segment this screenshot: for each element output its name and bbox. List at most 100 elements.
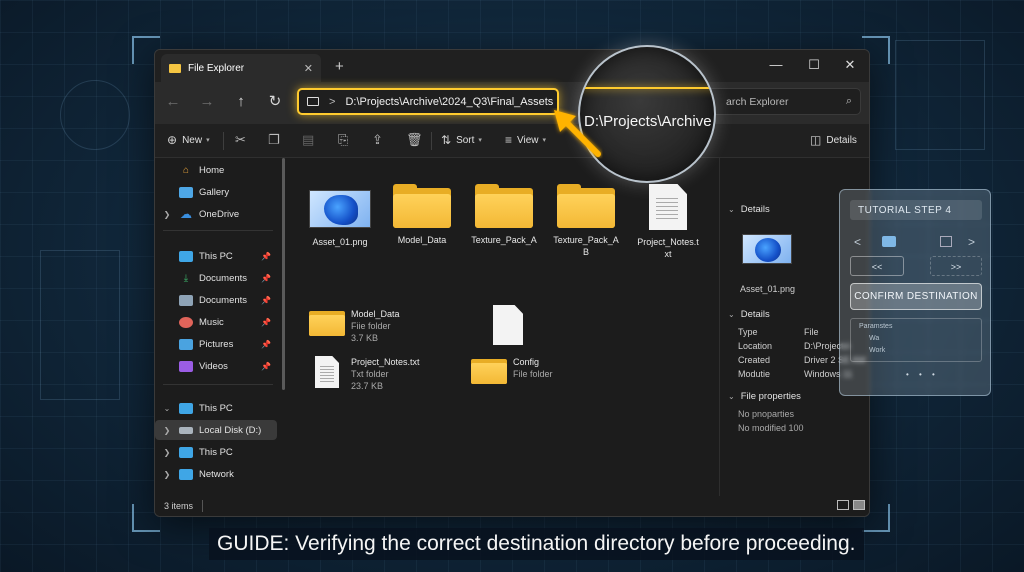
tutorial-next-icon[interactable]: > <box>968 235 975 249</box>
status-bar: 3 items <box>155 496 869 516</box>
details-label: Details <box>826 134 857 146</box>
sidebar-scrollbar[interactable] <box>282 158 285 390</box>
sidebar-item-music[interactable]: Music 📌 <box>155 312 277 332</box>
sort-button[interactable]: ⇅ Sort ▾ <box>441 133 482 147</box>
back-button[interactable]: ← <box>163 93 183 111</box>
maximize-button[interactable]: ☐ <box>795 54 833 76</box>
search-input[interactable]: arch Explorer ⌕ <box>695 88 861 115</box>
pin-icon[interactable]: 📌 <box>261 362 271 371</box>
list-item-config[interactable]: Config File folder <box>471 356 553 384</box>
chevron-down-icon: ⌄ <box>728 310 735 319</box>
folder-icon <box>882 236 896 247</box>
pin-icon[interactable]: 📌 <box>261 274 271 283</box>
sidebar-item-this-pc-expanded[interactable]: ⌄ This PC <box>155 398 277 418</box>
list-item-project-notes[interactable]: Project_Notes.txt Txt folder 23.7 KB <box>309 356 420 392</box>
sidebar-item-pictures[interactable]: Pictures 📌 <box>155 334 277 354</box>
property-line: No pnoparties <box>738 409 795 419</box>
sidebar-item-this-pc[interactable]: This PC 📌 <box>155 246 277 266</box>
sidebar-item-label: This PC <box>199 402 233 414</box>
close-button[interactable]: ✕ <box>831 54 869 76</box>
detail-label-location: Location <box>738 341 773 351</box>
details-section-header[interactable]: ⌄ Details <box>728 204 770 215</box>
details-button[interactable]: ◫ Details <box>810 133 857 147</box>
folder-item-texture-pack-a-b[interactable]: Texture_Pack_A B <box>549 184 623 258</box>
tutorial-prev-icon[interactable]: < <box>854 235 861 249</box>
command-bar: ⊕ New ▾ ✂ ❐ ▤ ⎘ ⇪ 🗑 ⇅ Sort ▾ ≡ View ▾ ◫ … <box>155 124 869 158</box>
file-properties-header[interactable]: ⌄ File properties <box>728 391 801 402</box>
cut-icon[interactable]: ✂ <box>235 132 246 148</box>
copy-icon[interactable]: ❐ <box>268 132 280 148</box>
chevron-right-icon[interactable]: ❯ <box>161 470 173 479</box>
pin-icon[interactable]: 📌 <box>261 252 271 261</box>
forward-button[interactable]: → <box>197 93 217 111</box>
item-size: 23.7 KB <box>351 381 384 391</box>
sidebar-item-label: Documents <box>199 294 248 306</box>
new-button[interactable]: ⊕ New ▾ <box>167 133 210 147</box>
download-icon: ⤓ <box>183 272 189 284</box>
file-name-line-1: Project_Notes.t <box>637 237 699 247</box>
file-name: Asset_01.png <box>312 237 368 247</box>
sidebar-item-videos[interactable]: Videos 📌 <box>155 356 277 376</box>
sidebar-item-home[interactable]: ⌂ Home <box>155 160 277 180</box>
view-button[interactable]: ≡ View ▾ <box>505 133 546 147</box>
address-bar[interactable]: > D:\Projects\Archive\2024_Q3\Final_Asse… <box>297 88 559 115</box>
refresh-button[interactable]: ↻ <box>265 93 285 111</box>
tutorial-skip-button[interactable]: >> <box>930 256 982 276</box>
folder-icon <box>393 184 451 228</box>
up-button[interactable]: ↑ <box>231 93 251 111</box>
paste-icon[interactable]: ▤ <box>302 132 314 148</box>
item-name: Project_Notes.txt <box>351 357 420 367</box>
sidebar-item-onedrive[interactable]: ❯ ☁ OneDrive <box>155 204 277 224</box>
confirm-destination-button[interactable]: CONFIRM DESTINATION <box>850 283 982 310</box>
delete-icon[interactable]: 🗑 <box>406 132 423 148</box>
guide-caption: GUIDE: Verifying the correct destination… <box>209 528 864 560</box>
share-icon[interactable]: ⇪ <box>372 132 383 148</box>
property-line: No modified 100 <box>738 423 804 433</box>
sidebar-item-gallery[interactable]: Gallery <box>155 182 277 202</box>
chevron-right-icon[interactable]: ❯ <box>161 426 173 435</box>
new-tab-button[interactable]: + <box>335 58 344 75</box>
details-section-header[interactable]: ⌄ Details <box>728 309 770 320</box>
pin-icon[interactable]: 📌 <box>261 296 271 305</box>
sidebar-item-label: Pictures <box>199 338 234 350</box>
pin-icon[interactable]: 📌 <box>261 340 271 349</box>
list-item-model-data[interactable]: Model_Data Fiie folder 3.7 KB <box>309 308 400 344</box>
new-label: New <box>182 134 203 146</box>
section-title: Details <box>740 204 770 215</box>
sidebar-item-local-disk[interactable]: ❯ Local Disk (D:) <box>155 420 277 440</box>
tiles-view-icon[interactable] <box>853 500 865 510</box>
background-hud-panel <box>895 40 985 150</box>
explorer-tab[interactable]: File Explorer ✕ <box>161 54 321 82</box>
minimize-button[interactable]: — <box>757 54 795 76</box>
chevron-right-icon[interactable]: ❯ <box>161 210 173 219</box>
videos-icon <box>179 360 193 372</box>
tutorial-panel: TUTORIAL STEP 4 < > << >> CONFIRM DESTIN… <box>839 189 991 396</box>
sidebar-item-this-pc-2[interactable]: ❯ This PC <box>155 442 277 462</box>
file-item-asset-01[interactable]: Asset_01.png <box>303 186 377 248</box>
file-name-line-2: xt <box>664 249 672 259</box>
item-type: Txt folder <box>351 369 389 379</box>
sidebar-item-label: Documents <box>199 272 248 284</box>
box-line: Wa <box>869 335 880 342</box>
folder-icon <box>471 356 507 384</box>
tutorial-parameters-box: Paramstes Wa Work <box>850 318 982 362</box>
tutorial-rewind-button[interactable]: << <box>850 256 904 276</box>
search-icon: ⌕ <box>845 95 852 107</box>
folder-item-model-data[interactable]: Model_Data <box>385 184 459 246</box>
detail-value-type: File <box>804 327 819 337</box>
document-icon <box>315 356 339 388</box>
sidebar-item-documents[interactable]: Documents 📌 <box>155 290 277 310</box>
file-item-project-notes[interactable]: Project_Notes.t xt <box>631 184 705 260</box>
chevron-right-icon[interactable]: ❯ <box>161 448 173 457</box>
sidebar-item-network[interactable]: ❯ Network <box>155 464 277 484</box>
pin-icon[interactable]: 📌 <box>261 318 271 327</box>
tab-close-icon[interactable]: ✕ <box>304 62 313 75</box>
details-view-icon[interactable] <box>837 500 849 510</box>
blank-document-item[interactable] <box>487 305 535 345</box>
chevron-down-icon[interactable]: ⌄ <box>161 404 173 413</box>
file-explorer-window: File Explorer ✕ + — ☐ ✕ ← → ↑ ↻ > D:\Pro… <box>154 49 870 517</box>
status-divider <box>202 500 203 512</box>
folder-item-texture-pack-a[interactable]: Texture_Pack_A <box>467 184 541 246</box>
sidebar-item-downloads[interactable]: ⤓ Documents 📌 <box>155 268 277 288</box>
rename-icon[interactable]: ⎘ <box>338 132 348 148</box>
